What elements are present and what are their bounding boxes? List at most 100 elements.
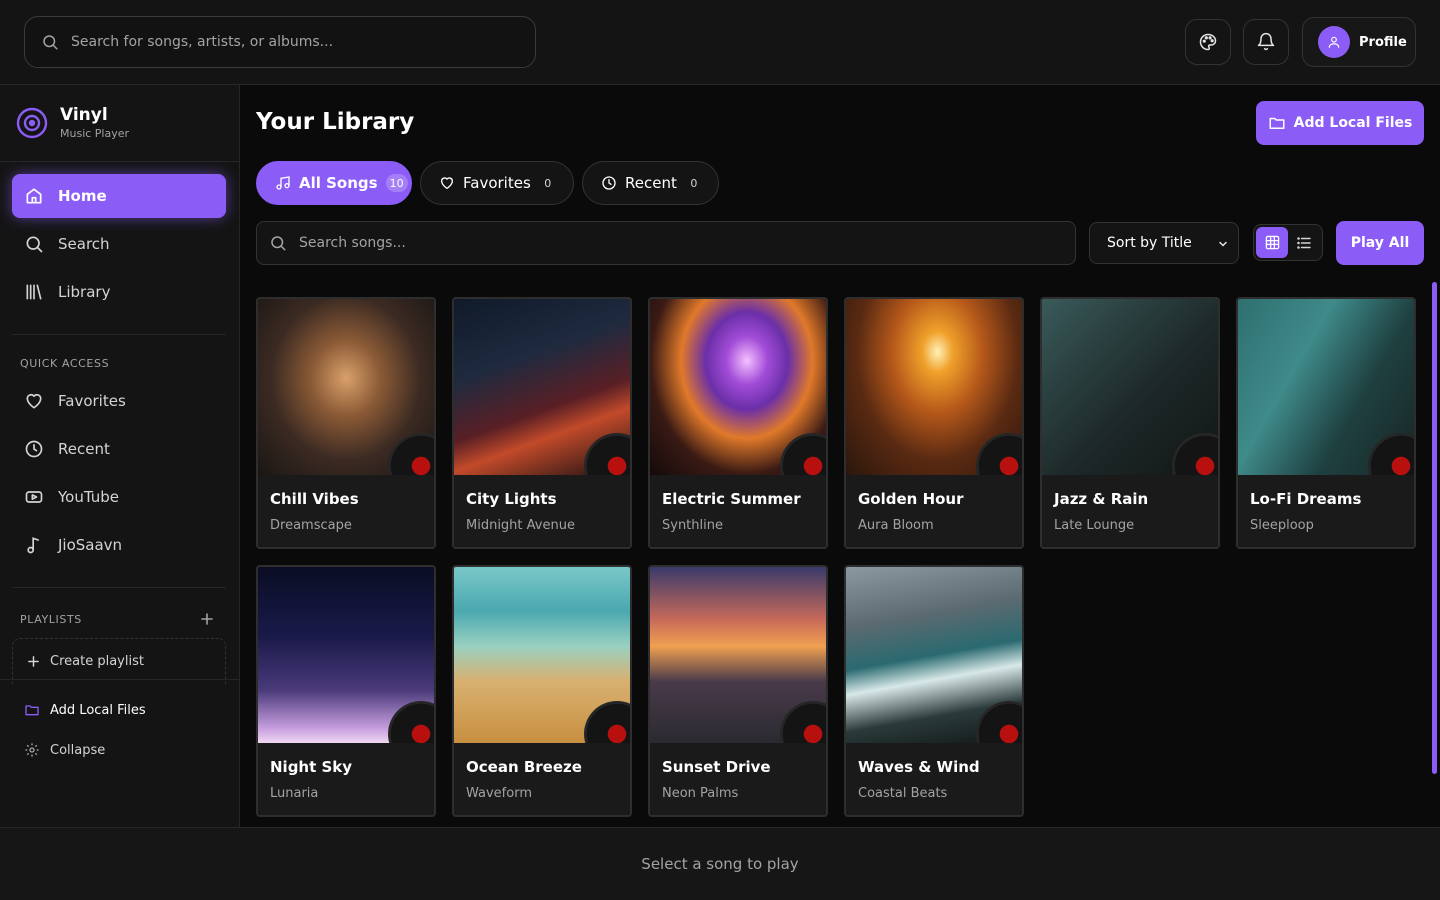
- album-art: [650, 567, 826, 743]
- sidebar-item-library[interactable]: Library: [12, 270, 226, 314]
- song-title: Golden Hour: [858, 490, 964, 508]
- song-artist: Synthline: [662, 518, 723, 533]
- song-artist: Aura Bloom: [858, 518, 934, 533]
- play-all-button[interactable]: Play All: [1336, 221, 1424, 265]
- song-card[interactable]: Chill Vibes Dreamscape: [256, 297, 436, 549]
- clock-icon: [601, 175, 617, 191]
- sidebar-item-label: Favorites: [58, 392, 126, 410]
- music-note-icon: [24, 535, 44, 555]
- song-card[interactable]: Lo-Fi Dreams Sleeploop: [1236, 297, 1416, 549]
- song-title: City Lights: [466, 490, 557, 508]
- brand-name: Vinyl: [60, 105, 108, 125]
- song-card[interactable]: Electric Summer Synthline: [648, 297, 828, 549]
- view-toggle: [1253, 224, 1323, 261]
- song-title: Ocean Breeze: [466, 758, 582, 776]
- album-art: [846, 299, 1022, 475]
- search-icon: [41, 33, 59, 51]
- sort-select[interactable]: Sort by Title: [1089, 222, 1239, 264]
- global-search-box[interactable]: [24, 16, 536, 68]
- theme-button[interactable]: [1185, 19, 1231, 65]
- song-artist: Dreamscape: [270, 518, 352, 533]
- sidebar-add-local-files[interactable]: Add Local Files: [24, 702, 146, 718]
- play-all-label: Play All: [1350, 235, 1410, 251]
- list-icon: [1296, 235, 1312, 251]
- grid-view-button[interactable]: [1256, 227, 1288, 258]
- sidebar-divider: [0, 679, 239, 680]
- song-artist: Waveform: [466, 786, 532, 801]
- sidebar-item-favorites[interactable]: Favorites: [12, 379, 226, 423]
- song-search-input[interactable]: [299, 235, 1059, 251]
- add-local-files-button[interactable]: Add Local Files: [1256, 101, 1424, 145]
- sidebar-divider: [12, 587, 226, 588]
- list-view-button[interactable]: [1288, 227, 1320, 258]
- playlists-heading: PLAYLISTS: [20, 613, 82, 626]
- song-artist: Neon Palms: [662, 786, 739, 801]
- user-icon: [1327, 35, 1341, 49]
- song-artist: Coastal Beats: [858, 786, 948, 801]
- song-title: Chill Vibes: [270, 490, 359, 508]
- bell-icon: [1256, 32, 1276, 52]
- add-playlist-icon[interactable]: [200, 612, 214, 626]
- song-card[interactable]: Sunset Drive Neon Palms: [648, 565, 828, 817]
- collapse-button[interactable]: Collapse: [24, 742, 105, 758]
- grid-icon: [1265, 235, 1280, 250]
- song-artist: Lunaria: [270, 786, 319, 801]
- tab-favorites[interactable]: Favorites 0: [420, 161, 574, 205]
- song-card[interactable]: Golden Hour Aura Bloom: [844, 297, 1024, 549]
- sort-value: Sort by Title: [1107, 235, 1192, 251]
- collapse-label: Collapse: [50, 742, 106, 758]
- tab-recent[interactable]: Recent 0: [582, 161, 719, 205]
- library-icon: [24, 282, 44, 302]
- vinyl-logo-icon: [16, 107, 48, 139]
- song-card[interactable]: City Lights Midnight Avenue: [452, 297, 632, 549]
- heart-icon: [24, 391, 44, 411]
- avatar: [1318, 26, 1350, 58]
- folder-icon: [1268, 114, 1286, 132]
- heart-icon: [439, 175, 455, 191]
- main-scrollbar[interactable]: [1432, 282, 1437, 774]
- song-card[interactable]: Jazz & Rain Late Lounge: [1040, 297, 1220, 549]
- notifications-button[interactable]: [1243, 19, 1289, 65]
- tab-label: Favorites: [463, 174, 531, 192]
- album-art: [454, 567, 630, 743]
- song-title: Electric Summer: [662, 490, 801, 508]
- tab-count-badge: 0: [690, 176, 698, 190]
- add-local-files-label: Add Local Files: [50, 702, 146, 718]
- song-card[interactable]: Waves & Wind Coastal Beats: [844, 565, 1024, 817]
- sidebar-item-search[interactable]: Search: [12, 222, 226, 266]
- song-search-box[interactable]: [256, 221, 1076, 265]
- tab-label: Recent: [625, 174, 677, 192]
- search-icon: [269, 234, 287, 252]
- song-artist: Late Lounge: [1054, 518, 1135, 533]
- song-artist: Midnight Avenue: [466, 518, 575, 533]
- sidebar-item-youtube[interactable]: YouTube: [12, 475, 226, 519]
- music-icon: [275, 175, 291, 191]
- sidebar-item-home[interactable]: Home: [12, 174, 226, 218]
- album-art: [1042, 299, 1218, 475]
- create-playlist-label: Create playlist: [50, 654, 144, 669]
- album-art: [846, 567, 1022, 743]
- plus-icon: [27, 655, 40, 668]
- sidebar: Vinyl Music Player Home Search Library Q…: [0, 85, 240, 827]
- sidebar-item-jiosaavn[interactable]: JioSaavn: [12, 523, 226, 567]
- song-card[interactable]: Ocean Breeze Waveform: [452, 565, 632, 817]
- folder-icon: [24, 702, 40, 718]
- sidebar-item-label: Search: [58, 235, 110, 253]
- create-playlist-button[interactable]: Create playlist: [12, 638, 226, 684]
- sidebar-item-label: Library: [58, 283, 111, 301]
- profile-button[interactable]: Profile: [1302, 17, 1416, 67]
- tab-count-badge: 10: [385, 174, 408, 192]
- player-bar: Select a song to play: [0, 827, 1440, 900]
- tab-label: All Songs: [299, 174, 378, 192]
- song-card[interactable]: Night Sky Lunaria: [256, 565, 436, 817]
- sidebar-item-label: Home: [58, 187, 107, 205]
- profile-label: Profile: [1359, 34, 1407, 50]
- tab-all-songs[interactable]: All Songs 10: [256, 161, 412, 205]
- sidebar-item-recent[interactable]: Recent: [12, 427, 226, 471]
- global-search-input[interactable]: [71, 34, 491, 50]
- song-title: Sunset Drive: [662, 758, 771, 776]
- player-status: Select a song to play: [641, 855, 799, 873]
- album-art: [650, 299, 826, 475]
- sidebar-divider: [12, 334, 226, 335]
- song-title: Waves & Wind: [858, 758, 980, 776]
